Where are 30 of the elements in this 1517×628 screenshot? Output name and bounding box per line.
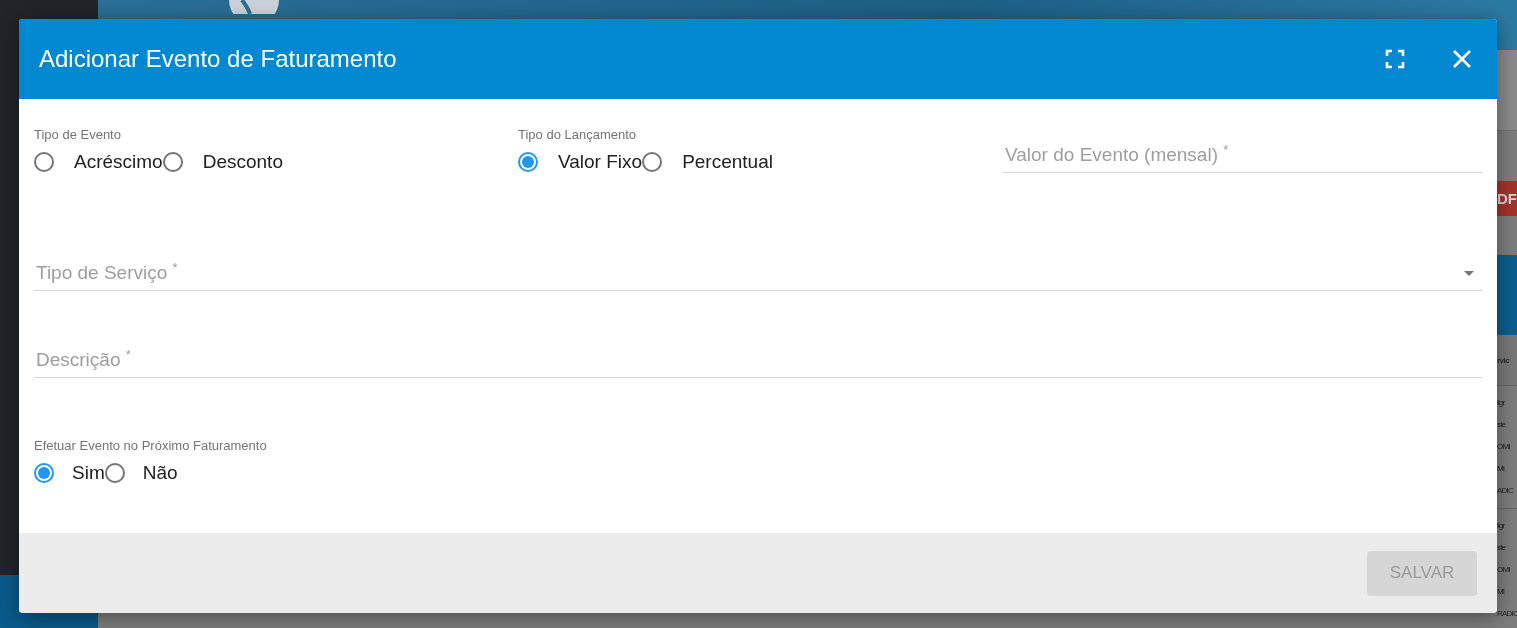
group-label: Tipo do Lançamento xyxy=(518,127,638,142)
radio-option[interactable]: Valor Fixo xyxy=(518,151,643,173)
table-cell-text: ligr xyxy=(1497,397,1505,409)
table-cell-text: RADIC xyxy=(1497,608,1517,620)
button-fragment: DF xyxy=(1497,181,1517,216)
radio-button[interactable] xyxy=(34,463,54,483)
radio-option[interactable]: Sim xyxy=(34,462,105,484)
dialog-title: Adicionar Evento de Faturamento xyxy=(39,45,398,73)
radio-button[interactable] xyxy=(104,463,125,483)
table-cell-text: ligr xyxy=(1497,520,1505,532)
radio-button[interactable] xyxy=(34,152,54,172)
table-cell-text: ste xyxy=(1497,419,1506,431)
table-cell-text: OMI xyxy=(1497,441,1510,453)
radio-button[interactable] xyxy=(518,152,538,172)
table-cell-text: ste xyxy=(1497,542,1506,554)
radio-button[interactable] xyxy=(642,152,663,172)
table-cell-text: OMI xyxy=(1497,564,1510,576)
group-label: Efetuar Evento no Próximo Faturamento xyxy=(34,438,268,453)
radio-option[interactable]: Desconto xyxy=(162,151,283,173)
group-label: Tipo de Evento xyxy=(34,127,122,142)
radio-option[interactable]: Percentual xyxy=(642,151,773,173)
radio-option[interactable]: Não xyxy=(104,462,178,484)
table-cell-text: MI xyxy=(1497,463,1505,475)
radio-button[interactable] xyxy=(162,152,183,172)
column-header: rvic xyxy=(1497,335,1517,386)
caret-icon xyxy=(1464,271,1474,276)
table-cell-text: ADIC xyxy=(1497,485,1513,497)
table-cell-text: MI xyxy=(1497,586,1505,598)
globe-icon xyxy=(228,0,280,14)
radio-option[interactable]: Acréscimo xyxy=(34,151,163,173)
